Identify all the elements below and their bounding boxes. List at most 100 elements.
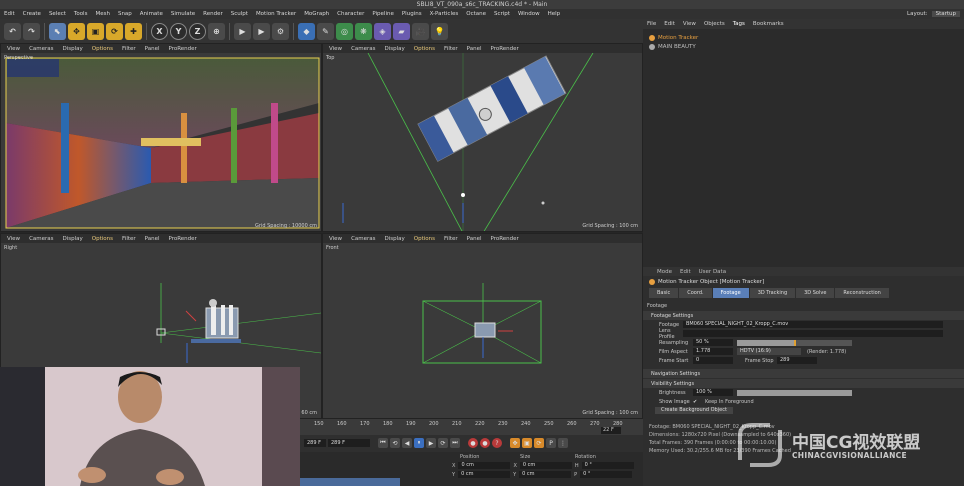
menu-select[interactable]: Select [49, 11, 66, 17]
previous-key-icon[interactable]: ⟲ [390, 438, 400, 448]
pause-icon[interactable]: ⏸ [414, 438, 424, 448]
om-menu-tags[interactable]: Tags [733, 21, 745, 27]
step-forward-icon[interactable]: ▶ [426, 438, 436, 448]
menu-help[interactable]: Help [548, 11, 561, 17]
tab-footage[interactable]: Footage [712, 288, 749, 298]
select-tool-icon[interactable]: ⬉ [49, 22, 66, 40]
record-icon[interactable]: ● [468, 438, 478, 448]
menu-window[interactable]: Window [518, 11, 540, 17]
rotate-tool-icon[interactable]: ⟳ [106, 22, 123, 40]
tab-3d-tracking[interactable]: 3D Tracking [749, 288, 796, 298]
menu-character[interactable]: Character [337, 11, 364, 17]
resampling-slider[interactable] [737, 339, 852, 346]
vp-menu-options[interactable]: Options [414, 236, 435, 242]
move-tool-icon[interactable]: ✥ [68, 22, 85, 40]
vp-menu-prorender[interactable]: ProRender [491, 46, 519, 52]
vp-menu-options[interactable]: Options [92, 236, 113, 242]
menu-sculpt[interactable]: Sculpt [231, 11, 248, 17]
front-viewport[interactable]: View Cameras Display Options Filter Pane… [322, 233, 643, 419]
axis-x-button[interactable]: X [151, 22, 168, 40]
current-frame-field[interactable]: 22 F [601, 427, 621, 434]
footage-path-field[interactable]: BM060 SPECIAL_NIGHT_02_Kropp_C.mov [683, 321, 943, 328]
menu-create[interactable]: Create [23, 11, 41, 17]
menu-simulate[interactable]: Simulate [171, 11, 195, 17]
param-key-icon[interactable]: P [546, 438, 556, 448]
frame-start-input[interactable]: 289 F [304, 439, 326, 447]
menu-tools[interactable]: Tools [74, 11, 88, 17]
film-aspect-field[interactable]: 1.778 [693, 348, 733, 355]
vp-menu-prorender[interactable]: ProRender [169, 236, 197, 242]
vp-menu-display[interactable]: Display [63, 236, 83, 242]
h-rotation-field[interactable]: 0 ° [581, 462, 634, 469]
x-size-field[interactable]: 0 cm [519, 462, 572, 469]
vp-menu-cameras[interactable]: Cameras [29, 236, 53, 242]
om-menu-edit[interactable]: Edit [664, 21, 675, 27]
render-view-icon[interactable]: ▶ [234, 22, 251, 40]
vp-menu-filter[interactable]: Filter [122, 236, 136, 242]
cloner-icon[interactable]: ❋ [355, 22, 372, 40]
tab-3d-solve[interactable]: 3D Solve [796, 288, 835, 298]
section-visibility-settings[interactable]: Visibility Settings [643, 379, 964, 388]
y-position-field[interactable]: 0 cm [458, 471, 511, 478]
perspective-viewport[interactable]: View Cameras Display Options Filter Pane… [0, 43, 322, 232]
axis-y-button[interactable]: Y [170, 22, 187, 40]
coordinate-system-icon[interactable]: ⊕ [208, 22, 225, 40]
vp-menu-prorender[interactable]: ProRender [491, 236, 519, 242]
object-row-motion-tracker[interactable]: Motion Tracker [643, 33, 964, 42]
vp-menu-filter[interactable]: Filter [444, 46, 458, 52]
step-back-icon[interactable]: ◀ [402, 438, 412, 448]
pen-spline-icon[interactable]: ✎ [317, 22, 334, 40]
section-footage-settings[interactable]: Footage Settings [643, 311, 964, 320]
frame-end-input[interactable]: 289 F [328, 439, 370, 447]
tab-coord[interactable]: Coord. [679, 288, 712, 298]
menu-pipeline[interactable]: Pipeline [372, 11, 394, 17]
create-background-button[interactable]: Create Background Object [655, 407, 733, 414]
vp-menu-view[interactable]: View [7, 236, 20, 242]
menu-x-particles[interactable]: X-Particles [430, 11, 459, 17]
vp-menu-panel[interactable]: Panel [145, 46, 160, 52]
om-menu-bookmarks[interactable]: Bookmarks [753, 21, 784, 27]
resampling-field[interactable]: 50 % [693, 339, 733, 346]
vp-menu-display[interactable]: Display [385, 46, 405, 52]
vp-menu-view[interactable]: View [329, 46, 342, 52]
om-menu-view[interactable]: View [683, 21, 696, 27]
top-viewport[interactable]: View Cameras Display Options Filter Pane… [322, 43, 643, 232]
rotate-key-icon[interactable]: ⟳ [534, 438, 544, 448]
vp-menu-cameras[interactable]: Cameras [29, 46, 53, 52]
timeline-ruler[interactable]: 150 160 170 180 190 200 210 220 230 240 250 260 270 2… [300, 419, 643, 435]
go-to-end-icon[interactable]: ⏭ [450, 438, 460, 448]
pla-key-icon[interactable]: ⋮ [558, 438, 568, 448]
camera-icon[interactable]: 🎥 [412, 22, 429, 40]
attr-menu-edit[interactable]: Edit [680, 269, 691, 275]
render-picture-viewer-icon[interactable]: ▶ [253, 22, 270, 40]
axis-z-button[interactable]: Z [189, 22, 206, 40]
scale-tool-icon[interactable]: ▣ [87, 22, 104, 40]
show-image-checkbox[interactable]: ✔ [693, 399, 701, 405]
next-key-icon[interactable]: ⟳ [438, 438, 448, 448]
section-navigation-settings[interactable]: Navigation Settings [643, 369, 964, 378]
brightness-slider[interactable] [737, 389, 852, 396]
menu-plugins[interactable]: Plugins [402, 11, 422, 17]
menu-motion-tracker[interactable]: Motion Tracker [256, 11, 296, 17]
menu-render[interactable]: Render [203, 11, 223, 17]
vp-menu-view[interactable]: View [329, 236, 342, 242]
vp-menu-filter[interactable]: Filter [122, 46, 136, 52]
y-size-field[interactable]: 0 cm [519, 471, 572, 478]
cube-icon[interactable]: ◆ [298, 22, 315, 40]
vp-menu-options[interactable]: Options [414, 46, 435, 52]
brightness-field[interactable]: 100 % [693, 389, 733, 396]
p-rotation-field[interactable]: 0 ° [580, 471, 633, 478]
redo-icon[interactable]: ↷ [23, 22, 40, 40]
lens-profile-field[interactable] [683, 330, 943, 337]
vp-menu-filter[interactable]: Filter [444, 236, 458, 242]
undo-icon[interactable]: ↶ [4, 22, 21, 40]
menu-script[interactable]: Script [494, 11, 510, 17]
go-to-start-icon[interactable]: ⏮ [378, 438, 388, 448]
vp-menu-options[interactable]: Options [92, 46, 113, 52]
render-settings-icon[interactable]: ⚙ [272, 22, 289, 40]
recent-tools-icon[interactable]: ✚ [125, 22, 142, 40]
deformer-icon[interactable]: ◈ [374, 22, 391, 40]
layout-dropdown[interactable]: Startup [931, 11, 960, 17]
menu-mesh[interactable]: Mesh [95, 11, 109, 17]
scale-key-icon[interactable]: ▣ [522, 438, 532, 448]
